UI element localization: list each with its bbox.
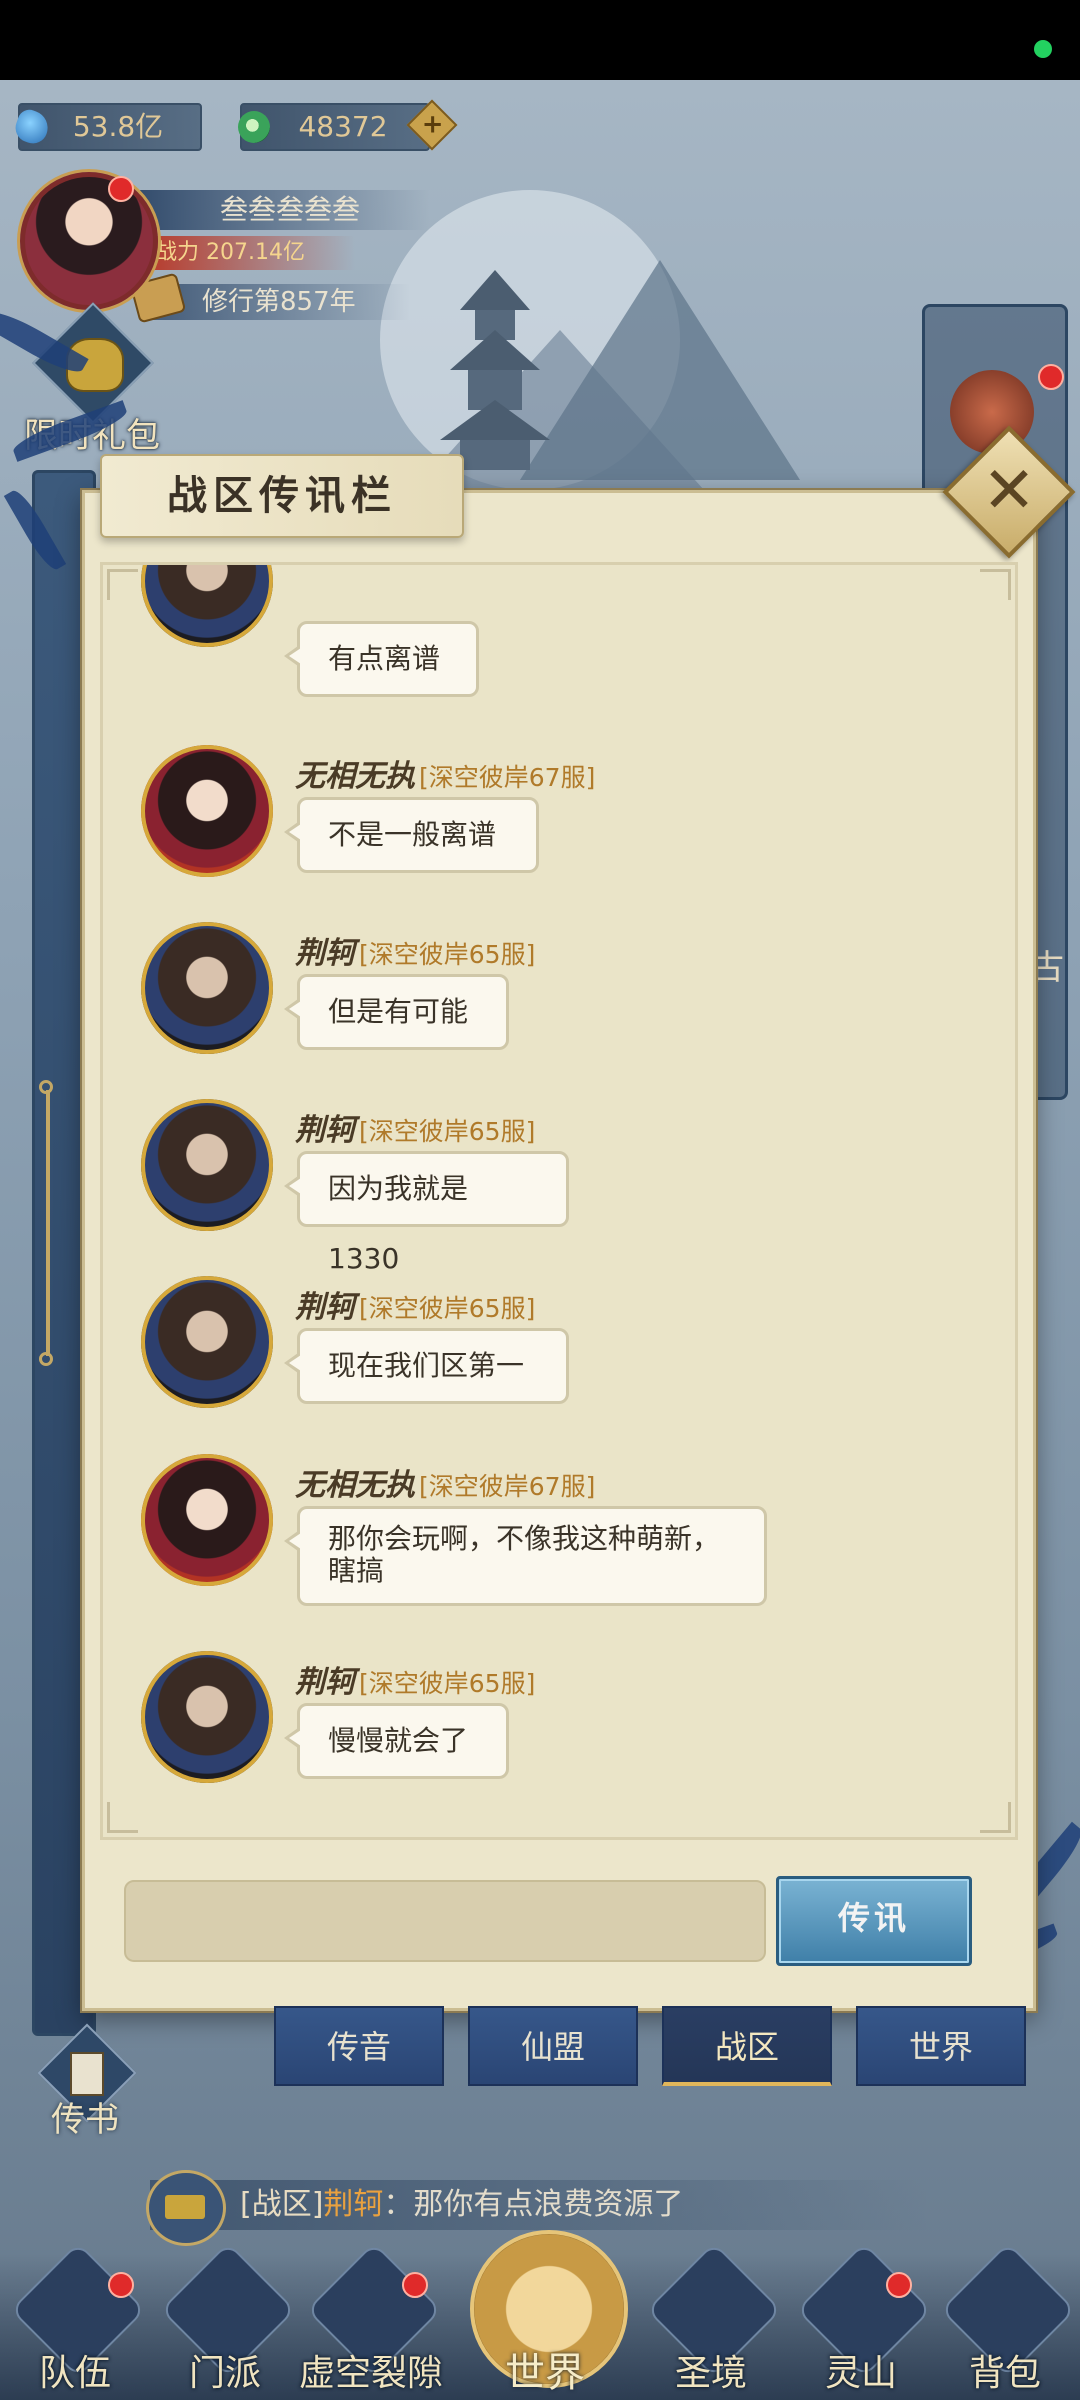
spirit-stone-value: 53.8亿 [72, 110, 164, 143]
sender-name[interactable]: 荆轲 [深空彼岸65服] [295, 928, 535, 972]
nav-team-label: 队伍 [38, 2353, 111, 2394]
player-avatar[interactable] [20, 172, 158, 310]
status-indicator-icon [1034, 40, 1052, 58]
tab-battle-zone[interactable]: 战区 [662, 2006, 832, 2086]
message-text: 但是有可能 [328, 995, 469, 1028]
jade-value: 48372 [298, 110, 388, 143]
jade-icon [238, 111, 270, 143]
message-text: 有点离谱 [328, 642, 441, 675]
plus-icon: + [421, 109, 444, 140]
sender-name[interactable]: 荆轲 [深空彼岸65服] [295, 1657, 535, 1701]
spirit-stone-counter[interactable]: 53.8亿 [11, 103, 202, 151]
chat-bubble-icon[interactable] [146, 2170, 226, 2246]
combat-power-label: 战力 [155, 240, 200, 265]
sender-server: [深空彼岸65服] [359, 1669, 536, 1698]
dialog-title: 战区传讯栏 [167, 472, 397, 519]
sender-avatar[interactable] [141, 1651, 273, 1783]
sender-avatar[interactable] [141, 1454, 273, 1586]
sender-server: [深空彼岸67服] [419, 763, 596, 792]
jade-counter[interactable]: 48372 + [238, 99, 458, 151]
ticker-text: ：那你有点浪费资源了 [383, 2187, 684, 2222]
sender-name-text: 荆轲 [295, 936, 355, 971]
notification-dot-icon [108, 2272, 134, 2298]
tab-world[interactable]: 世界 [856, 2006, 1026, 2086]
message-bubble: 有点离谱 [284, 621, 479, 697]
spirit-stone-icon [11, 106, 53, 148]
sender-avatar[interactable] [141, 1276, 273, 1408]
message-bubble: 不是一般离谱 [284, 797, 539, 873]
ticker-channel: [战区] [240, 2187, 324, 2222]
sender-avatar[interactable] [141, 1099, 273, 1231]
sender-name[interactable]: 荆轲 [深空彼岸65服] [295, 1282, 535, 1326]
message-bubble: 但是有可能 [284, 974, 509, 1050]
message-text-line2: 瞎搞 [328, 1554, 385, 1587]
nav-sect-label: 门派 [188, 2353, 261, 2394]
chat-ticker[interactable]: [战区]荆轲：那你有点浪费资源了 [150, 2180, 930, 2230]
sender-name[interactable]: 无相无执 [深空彼岸67服] [295, 1460, 595, 1504]
sender-server: [深空彼岸65服] [359, 1117, 536, 1146]
nav-holy-realm-label: 圣境 [674, 2353, 747, 2394]
sender-name-text: 荆轲 [295, 1665, 355, 1700]
corner-ornament [107, 1802, 138, 1833]
message-text: 现在我们区第一 [328, 1349, 525, 1382]
notification-dot-icon [886, 2272, 912, 2298]
corner-ornament [980, 1802, 1011, 1833]
tab-whisper[interactable]: 传音 [274, 2006, 444, 2086]
corner-ornament [980, 569, 1011, 600]
mail-scroll-button[interactable]: 传书 [30, 2023, 140, 2150]
sender-avatar[interactable] [141, 745, 273, 877]
message-bubble: 那你会玩啊，不像我这种萌新， 瞎搞 [284, 1506, 767, 1606]
sender-name-text: 无相无执 [295, 759, 415, 794]
sender-name-text: 荆轲 [295, 1113, 355, 1148]
message-text: 那你会玩啊，不像我这种萌新， [328, 1522, 721, 1555]
message-bubble: 慢慢就会了 [284, 1703, 509, 1779]
nav-holy-realm[interactable]: 圣境 [646, 2242, 782, 2400]
dialog-title-tab: 战区传讯栏 [100, 454, 464, 538]
chat-message-list[interactable]: 有点离谱 无相无执 [深空彼岸67服] 不是一般离谱 荆轲 [深空彼岸65服] 但是… [100, 562, 1018, 1840]
sender-server: [深空彼岸65服] [359, 940, 536, 969]
player-name: 叁叁叁叁叁 [140, 190, 430, 230]
sender-name-text: 无相无执 [295, 1468, 415, 1503]
scroll-icon [70, 2052, 104, 2096]
nav-backpack-label: 背包 [968, 2353, 1041, 2394]
send-button[interactable]: 传讯 [776, 1876, 972, 1966]
message-text: 慢慢就会了 [328, 1724, 469, 1757]
pagoda-decoration [440, 270, 550, 470]
sender-server: [深空彼岸65服] [359, 1294, 536, 1323]
status-bar [0, 0, 1080, 80]
sender-name-text: 荆轲 [295, 1290, 355, 1325]
nav-sect[interactable]: 门派 [160, 2242, 296, 2400]
message-text: 不是一般离谱 [328, 818, 497, 851]
notification-dot-icon [402, 2272, 428, 2298]
notification-dot-icon [1038, 364, 1064, 390]
chat-input[interactable] [124, 1880, 766, 1962]
sender-avatar[interactable] [141, 922, 273, 1054]
ticker-sender: 荆轲 [323, 2187, 384, 2222]
combat-power-value: 207.14亿 [206, 240, 305, 265]
close-icon: ✕ [982, 454, 1036, 528]
tab-alliance[interactable]: 仙盟 [468, 2006, 638, 2086]
sender-name[interactable]: 荆轲 [深空彼岸65服] [295, 1105, 535, 1149]
sender-name[interactable]: 无相无执 [深空彼岸67服] [295, 751, 595, 795]
nav-world-label: 世界 [505, 2350, 585, 2396]
mountain-decoration [520, 260, 800, 480]
message-bubble: 现在我们区第一 [284, 1328, 569, 1404]
sender-server: [深空彼岸67服] [419, 1472, 596, 1501]
sender-avatar[interactable] [141, 565, 273, 647]
chat-scrollbar[interactable] [39, 1080, 53, 1366]
corner-ornament [107, 569, 138, 600]
notification-dot-icon [108, 176, 134, 202]
message-text: 因为我就是1330 [328, 1172, 469, 1275]
nav-spirit-mountain-label: 灵山 [824, 2353, 897, 2394]
nav-void-rift-label: 虚空裂隙 [298, 2353, 443, 2394]
combat-power: 战力 207.14亿 [145, 236, 355, 270]
mail-scroll-label: 传书 [51, 2100, 119, 2140]
message-bubble: 因为我就是1330 [284, 1151, 569, 1275]
nav-backpack[interactable]: 背包 [940, 2242, 1076, 2400]
